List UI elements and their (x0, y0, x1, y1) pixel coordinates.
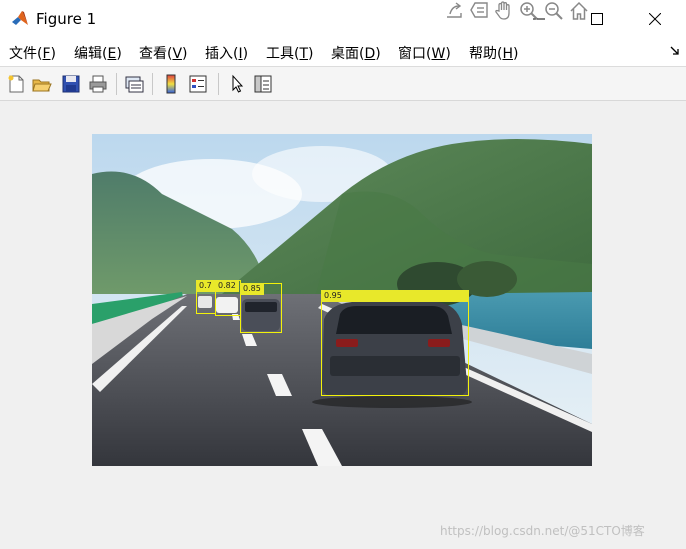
zoom-in-icon[interactable] (518, 0, 540, 22)
detection-score-label: 0.85 (240, 283, 264, 295)
zoom-out-icon[interactable] (543, 0, 565, 22)
toolbar-separator (218, 73, 219, 95)
matlab-logo-icon (12, 11, 28, 25)
toolbar-separator (116, 73, 117, 95)
edit-plot-cursor-icon[interactable] (226, 73, 248, 95)
maximize-icon (591, 13, 603, 25)
close-button[interactable] (626, 0, 684, 38)
menu-insert[interactable]: 插入(I) (205, 43, 248, 63)
watermark: https://blog.csdn.net/@51CTO博客 (440, 524, 645, 538)
detection-box: 0.95 (321, 290, 469, 396)
detection-box: 0.7 (196, 280, 216, 314)
menu-file[interactable]: 文件(F) (9, 43, 56, 63)
open-file-icon[interactable] (31, 73, 53, 95)
menu-edit[interactable]: 编辑(E) (74, 43, 122, 63)
menu-help[interactable]: 帮助(H) (469, 43, 518, 63)
home-restore-view-icon[interactable] (568, 0, 590, 22)
toolbar-separator (152, 73, 153, 95)
export-icon[interactable] (444, 0, 466, 22)
axes-image[interactable]: 0.7 0.82 0.85 0.95 (92, 134, 592, 466)
menu-tools[interactable]: 工具(T) (266, 43, 314, 63)
property-inspector-icon[interactable] (252, 73, 274, 95)
detection-score-label: 0.95 (321, 290, 469, 302)
colorbar-icon[interactable] (160, 73, 182, 95)
menu-window[interactable]: 窗口(W) (398, 43, 451, 63)
detection-box: 0.82 (215, 280, 241, 316)
data-tips-icon[interactable] (469, 0, 491, 22)
figure-toolbar (0, 67, 686, 101)
pan-hand-icon[interactable] (493, 0, 515, 22)
menu-view[interactable]: 查看(V) (139, 43, 188, 63)
detection-score-label: 0.7 (196, 280, 215, 292)
menu-bar: 文件(F) 编辑(E) 查看(V) 插入(I) 工具(T) 桌面(D) 窗口(W… (0, 38, 686, 67)
detection-box: 0.85 (240, 283, 282, 333)
legend-icon[interactable] (187, 73, 209, 95)
detection-score-label: 0.82 (215, 280, 239, 292)
window-title: Figure 1 (36, 10, 97, 28)
new-figure-icon[interactable] (5, 73, 27, 95)
menu-desktop[interactable]: 桌面(D) (331, 43, 381, 63)
print-icon[interactable] (87, 73, 109, 95)
save-icon[interactable] (60, 73, 82, 95)
close-icon (649, 13, 661, 25)
dock-arrow-icon[interactable] (670, 46, 680, 56)
link-plot-icon[interactable] (123, 73, 145, 95)
